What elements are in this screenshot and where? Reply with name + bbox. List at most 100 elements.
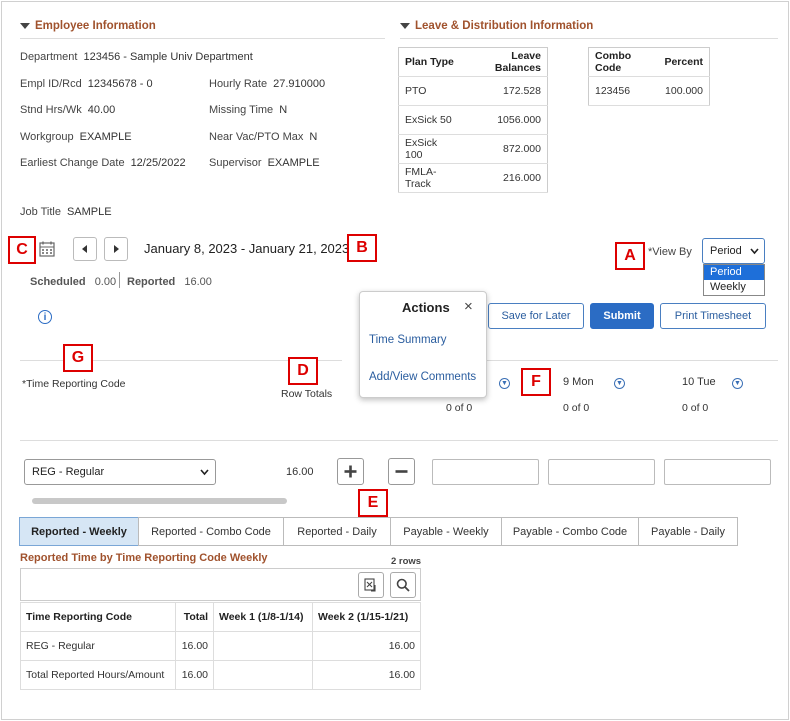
reported-value: 16.00 bbox=[184, 276, 212, 288]
combo-code-cell: 123456 bbox=[588, 76, 659, 106]
percent-cell: 100.000 bbox=[658, 76, 710, 106]
leave-info-title: Leave & Distribution Information bbox=[415, 20, 594, 32]
divider bbox=[400, 38, 778, 39]
earliest-change-value: 12/25/2022 bbox=[130, 157, 186, 169]
missing-time-field: Missing Time N bbox=[209, 104, 287, 116]
export-icon bbox=[364, 578, 376, 592]
supervisor-field: Supervisor EXAMPLE bbox=[209, 157, 320, 169]
near-vac-value: N bbox=[309, 131, 318, 143]
week1-cell bbox=[213, 660, 313, 690]
scheduled-label: Scheduled bbox=[30, 276, 86, 288]
chevron-down-circle-icon: ▼ bbox=[614, 378, 625, 389]
save-for-later-button[interactable]: Save for Later bbox=[488, 303, 584, 329]
actions-title: Actions bbox=[402, 300, 450, 315]
hourly-rate-label: Hourly Rate bbox=[209, 78, 268, 90]
trc-select[interactable]: REG - Regular bbox=[24, 459, 216, 485]
tab-reported-daily[interactable]: Reported - Daily bbox=[283, 517, 391, 546]
search-icon bbox=[396, 578, 410, 592]
close-icon[interactable]: × bbox=[464, 298, 473, 315]
day-0-hours-input[interactable] bbox=[432, 459, 539, 485]
day-2-menu[interactable]: ▼ bbox=[732, 376, 743, 389]
total-cell: 16.00 bbox=[175, 660, 214, 690]
job-title-value: SAMPLE bbox=[66, 206, 112, 218]
time-summary-link[interactable]: Time Summary bbox=[369, 334, 447, 346]
submit-button[interactable]: Submit bbox=[590, 303, 654, 329]
leave-info-header[interactable]: Leave & Distribution Information bbox=[400, 20, 593, 32]
stnd-hrs-label: Stnd Hrs/Wk bbox=[20, 104, 82, 116]
tab-reported-combo-code[interactable]: Reported - Combo Code bbox=[138, 517, 284, 546]
search-button[interactable] bbox=[390, 572, 416, 598]
balance-cell: 172.528 bbox=[463, 76, 548, 106]
stnd-hrs-field: Stnd Hrs/Wk 40.00 bbox=[20, 104, 115, 116]
callout-f: F bbox=[521, 368, 551, 396]
balance-cell: 1056.000 bbox=[463, 105, 548, 135]
workgroup-label: Workgroup bbox=[20, 131, 74, 143]
hourly-rate-value: 27.910000 bbox=[273, 78, 326, 90]
column-header: Week 1 (1/8-1/14) bbox=[213, 602, 313, 632]
callout-a: A bbox=[615, 242, 645, 270]
export-button[interactable] bbox=[358, 572, 384, 598]
print-timesheet-button[interactable]: Print Timesheet bbox=[660, 303, 766, 329]
trc-header: *Time Reporting Code bbox=[22, 378, 126, 390]
divider bbox=[487, 360, 778, 361]
collapse-triangle-icon bbox=[20, 23, 30, 29]
callout-c: C bbox=[8, 236, 36, 264]
next-period-button[interactable] bbox=[104, 237, 128, 261]
tab-reported-weekly[interactable]: Reported - Weekly bbox=[19, 517, 139, 546]
add-row-button[interactable] bbox=[337, 458, 364, 485]
view-by-option-weekly[interactable]: Weekly bbox=[704, 280, 764, 295]
day-0-menu[interactable]: ▼ bbox=[499, 376, 510, 389]
table-row: ExSick 50 1056.000 bbox=[398, 105, 548, 135]
callout-e: E bbox=[358, 489, 388, 517]
row-count: 2 rows bbox=[391, 556, 422, 567]
plan-type-cell: ExSick 50 bbox=[398, 105, 464, 135]
column-header: Total bbox=[175, 602, 214, 632]
actions-popup: Actions × Time Summary Add/View Comments bbox=[359, 291, 487, 398]
total-cell: 16.00 bbox=[175, 631, 214, 661]
day-1-label: 9 Mon bbox=[563, 376, 594, 388]
stnd-hrs-value: 40.00 bbox=[87, 104, 116, 116]
horizontal-scrollbar[interactable] bbox=[32, 498, 287, 504]
week2-cell: 16.00 bbox=[312, 660, 421, 690]
divider bbox=[20, 38, 385, 39]
trc-cell: REG - Regular bbox=[20, 631, 176, 661]
add-view-comments-link[interactable]: Add/View Comments bbox=[369, 371, 476, 383]
balance-cell: 216.000 bbox=[463, 163, 548, 193]
column-header: Time Reporting Code bbox=[20, 602, 176, 632]
divider bbox=[20, 440, 778, 441]
view-by-option-period[interactable]: Period bbox=[704, 265, 764, 280]
chevron-down-icon bbox=[200, 469, 209, 476]
department-label: Department bbox=[20, 51, 78, 63]
chevron-down-icon bbox=[750, 248, 759, 255]
chevron-down-circle-icon: ▼ bbox=[732, 378, 743, 389]
department-field: Department 123456 - Sample Univ Departmen… bbox=[20, 51, 253, 63]
table-row: Total Reported Hours/Amount 16.00 16.00 bbox=[20, 660, 421, 690]
supervisor-label: Supervisor bbox=[209, 157, 262, 169]
day-2-hours-input[interactable] bbox=[664, 459, 771, 485]
day-1-menu[interactable]: ▼ bbox=[614, 376, 625, 389]
plan-type-cell: PTO bbox=[398, 76, 464, 106]
previous-period-button[interactable] bbox=[73, 237, 97, 261]
department-value: 123456 - Sample Univ Department bbox=[83, 51, 253, 63]
info-icon[interactable]: i bbox=[38, 310, 52, 324]
employee-info-header[interactable]: Employee Information bbox=[20, 20, 156, 32]
chevron-left-icon bbox=[82, 245, 87, 253]
tab-payable-combo-code[interactable]: Payable - Combo Code bbox=[501, 517, 639, 546]
table-row: 123456 100.000 bbox=[588, 76, 710, 106]
reported-time-title: Reported Time by Time Reporting Code Wee… bbox=[20, 552, 268, 564]
table-row: PTO 172.528 bbox=[398, 76, 548, 106]
view-by-label: *View By bbox=[648, 246, 692, 258]
week2-cell: 16.00 bbox=[312, 631, 421, 661]
missing-time-value: N bbox=[279, 104, 288, 116]
day-1-hours-input[interactable] bbox=[548, 459, 655, 485]
view-by-dropdown: Period Weekly bbox=[703, 264, 765, 296]
delete-row-button[interactable] bbox=[388, 458, 415, 485]
job-title-field: Job Title SAMPLE bbox=[20, 206, 112, 218]
near-vac-label: Near Vac/PTO Max bbox=[209, 131, 304, 143]
calendar-icon[interactable] bbox=[38, 240, 56, 258]
table-row: ExSick 100 872.000 bbox=[398, 134, 548, 164]
tab-payable-daily[interactable]: Payable - Daily bbox=[638, 517, 738, 546]
leave-balances-table: Plan Type Leave Balances PTO 172.528 ExS… bbox=[398, 47, 548, 193]
view-by-select[interactable]: Period bbox=[702, 238, 765, 264]
tab-payable-weekly[interactable]: Payable - Weekly bbox=[390, 517, 502, 546]
